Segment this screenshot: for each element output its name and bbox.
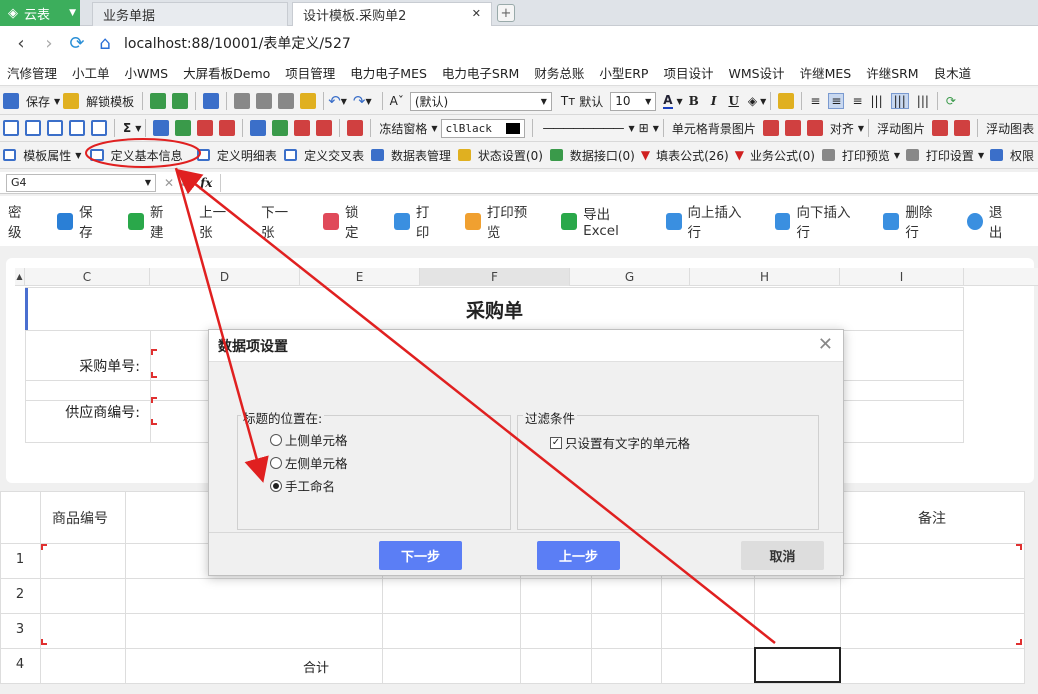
- annotation-arrow: [176, 168, 776, 644]
- annotation-overlay: [85, 138, 776, 644]
- annotation-arrow: [174, 167, 269, 483]
- highlight-circle: [85, 138, 201, 168]
